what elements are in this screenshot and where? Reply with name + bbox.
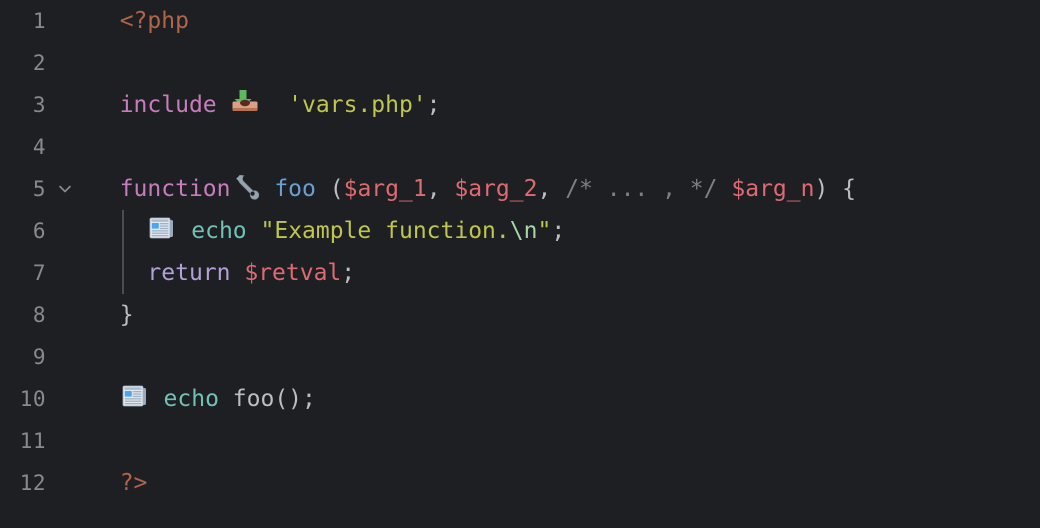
wrench-icon[interactable]	[230, 171, 260, 201]
code-token-punct	[718, 176, 732, 202]
gutter-row[interactable]: 8	[0, 294, 92, 336]
code-line[interactable]: echo "Example function.\n";	[92, 210, 1040, 252]
code-token-punct	[120, 218, 148, 244]
code-token-punct: ;	[341, 260, 356, 286]
code-token-keyword: function	[119, 176, 231, 202]
code-token-escape: \n	[509, 218, 538, 244]
line-left-pad	[92, 386, 120, 412]
code-token-func: foo	[260, 176, 330, 202]
line-left-pad	[92, 134, 120, 160]
line-left-pad	[92, 92, 120, 118]
code-token-punct: ,	[426, 176, 455, 202]
inbox-tray-icon[interactable]	[230, 87, 260, 117]
chevron-down-icon[interactable]	[58, 168, 74, 210]
line-number: 4	[32, 135, 46, 159]
line-left-pad	[92, 8, 120, 34]
code-token-var: $arg_2	[454, 176, 538, 202]
code-line[interactable]	[92, 420, 1040, 462]
code-line[interactable]: echo foo();	[92, 378, 1040, 420]
code-token-punct: (	[329, 176, 344, 202]
line-number: 9	[32, 345, 46, 369]
code-token-punct: ;	[426, 92, 441, 118]
line-number: 1	[32, 9, 46, 33]
line-left-pad	[92, 218, 120, 244]
code-token-tag: ?>	[119, 470, 148, 496]
gutter-row[interactable]: 3	[0, 84, 92, 126]
line-number: 8	[32, 303, 46, 327]
code-token-punct	[120, 260, 148, 286]
code-token-plain: foo();	[232, 386, 316, 412]
code-token-var: $arg_1	[343, 176, 427, 202]
code-token-string: "	[537, 218, 552, 244]
line-number: 6	[32, 219, 46, 243]
code-token-tag: <?php	[119, 8, 189, 34]
code-line[interactable]: function foo ($arg_1, $arg_2, /* ... , *…	[92, 168, 1040, 210]
gutter-row[interactable]: 7	[0, 252, 92, 294]
code-token-punct: ;	[551, 218, 566, 244]
line-number: 2	[32, 51, 46, 75]
line-number-gutter[interactable]: 1 2 3 4 5 6 7 8 9 10 11 12	[0, 0, 92, 528]
code-line[interactable]: include 'vars.php';	[92, 84, 1040, 126]
code-line[interactable]: <?php	[92, 0, 1040, 42]
code-token-string: "Example function.	[260, 218, 510, 244]
code-token-var: $arg_n	[731, 176, 815, 202]
code-token-echo: echo	[177, 218, 261, 244]
line-left-pad	[92, 302, 120, 328]
code-token-punct: ,	[537, 176, 566, 202]
line-number: 5	[32, 177, 46, 201]
gutter-row[interactable]: 1	[0, 0, 92, 42]
line-left-pad	[92, 470, 120, 496]
code-token-string: 'vars.php'	[260, 92, 427, 118]
code-token-comment: /* ... , */	[565, 176, 718, 202]
gutter-row[interactable]: 11	[0, 420, 92, 462]
newspaper-icon[interactable]	[120, 381, 150, 411]
gutter-row[interactable]: 10	[0, 378, 92, 420]
line-left-pad	[92, 344, 120, 370]
code-token-punct: }	[119, 302, 134, 328]
code-line[interactable]: ?>	[92, 462, 1040, 504]
line-number: 11	[19, 429, 46, 453]
line-left-pad	[92, 428, 120, 454]
code-token-punct: ) {	[814, 176, 857, 202]
gutter-row[interactable]: 9	[0, 336, 92, 378]
code-line[interactable]	[92, 126, 1040, 168]
code-content-area[interactable]: <?php include 'vars.php'; function foo (…	[92, 0, 1040, 528]
line-left-pad	[92, 260, 120, 286]
line-number: 7	[32, 261, 46, 285]
code-line[interactable]	[92, 336, 1040, 378]
line-left-pad	[92, 176, 120, 202]
code-line[interactable]: }	[92, 294, 1040, 336]
line-number: 12	[19, 471, 46, 495]
gutter-row[interactable]: 12	[0, 462, 92, 504]
gutter-row[interactable]: 4	[0, 126, 92, 168]
code-line[interactable]	[92, 42, 1040, 84]
gutter-row[interactable]: 2	[0, 42, 92, 84]
line-left-pad	[92, 50, 120, 76]
code-token-var: $retval	[244, 260, 342, 286]
line-number: 10	[19, 387, 46, 411]
code-token-keyword: include	[119, 92, 231, 118]
code-token-keyword2: return	[147, 260, 245, 286]
newspaper-icon[interactable]	[147, 213, 177, 243]
code-token-echo: echo	[149, 386, 233, 412]
code-editor[interactable]: 1 2 3 4 5 6 7 8 9 10 11 12 <?php include 'vars.php'…	[0, 0, 1040, 528]
gutter-row[interactable]: 5	[0, 168, 92, 210]
code-line[interactable]: return $retval;	[92, 252, 1040, 294]
gutter-row[interactable]: 6	[0, 210, 92, 252]
line-number: 3	[32, 93, 46, 117]
